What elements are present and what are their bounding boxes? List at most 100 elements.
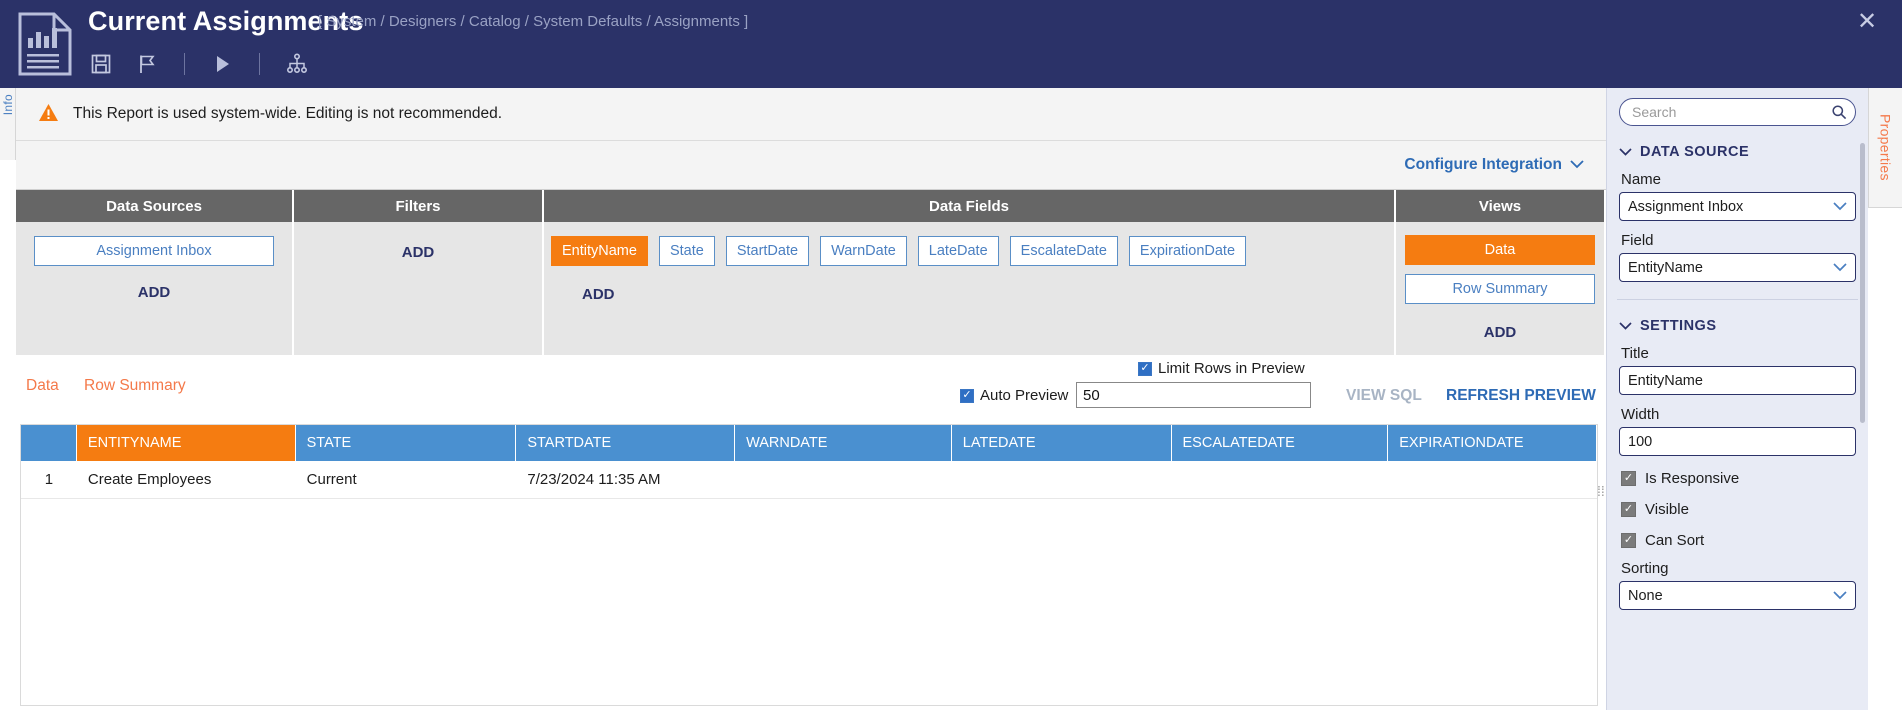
builder-header-data-sources: Data Sources: [16, 190, 294, 222]
table-row[interactable]: 1 Create Employees Current 7/23/2024 11:…: [21, 461, 1597, 499]
grid-header-index[interactable]: [21, 425, 77, 461]
field-label-title: Title: [1621, 345, 1649, 362]
add-data-field-button[interactable]: ADD: [582, 286, 615, 303]
grid-header-warndate[interactable]: WARNDATE: [735, 425, 952, 461]
configure-integration-row: Configure Integration: [16, 141, 1606, 190]
checkbox-row-is-responsive[interactable]: ✓ Is Responsive: [1621, 470, 1868, 487]
chevron-down-icon: [1833, 260, 1847, 276]
data-field-chip-escalatedate[interactable]: EscalateDate: [1009, 236, 1118, 266]
run-icon[interactable]: [199, 47, 245, 81]
visible-checkbox[interactable]: ✓: [1621, 502, 1636, 517]
save-icon[interactable]: [78, 47, 124, 81]
cell-entityname: Create Employees: [87, 471, 212, 488]
data-sources-cell: Assignment Inbox ADD: [16, 222, 294, 355]
breadcrumb: [ System / Designers / Catalog / System …: [318, 13, 749, 30]
grid-header-startdate[interactable]: STARTDATE: [516, 425, 736, 461]
info-side-tab-label: Info: [1, 94, 15, 116]
can-sort-checkbox[interactable]: ✓: [1621, 533, 1636, 548]
app-header: Current Assignments [ System / Designers…: [0, 0, 1902, 88]
select-sorting[interactable]: None: [1619, 581, 1856, 610]
filters-cell: ADD: [294, 222, 544, 355]
is-responsive-checkbox[interactable]: ✓: [1621, 471, 1636, 486]
is-responsive-label: Is Responsive: [1645, 470, 1740, 487]
builder-header-data-fields: Data Fields: [544, 190, 1396, 222]
hierarchy-icon[interactable]: [274, 47, 320, 81]
field-label-sorting: Sorting: [1621, 560, 1669, 577]
configure-integration-button[interactable]: Configure Integration: [1404, 156, 1584, 174]
preview-tab-data[interactable]: Data: [26, 377, 59, 395]
checkbox-row-visible[interactable]: ✓ Visible: [1621, 501, 1868, 518]
auto-preview-row: ✓ Auto Preview: [960, 387, 1068, 404]
grid-header-expirationdate[interactable]: EXPIRATIONDATE: [1388, 425, 1597, 461]
auto-preview-label: Auto Preview: [980, 387, 1069, 404]
add-filter-button[interactable]: ADD: [402, 244, 435, 261]
builder-header-row: Data Sources Filters Data Fields Views: [16, 190, 1606, 222]
configure-integration-label: Configure Integration: [1404, 156, 1562, 173]
warning-banner: This Report is used system-wide. Editing…: [16, 88, 1606, 141]
chevron-down-icon: [1833, 588, 1847, 604]
section-header-data-source[interactable]: DATA SOURCE: [1619, 144, 1868, 160]
flag-icon[interactable]: [124, 47, 170, 81]
properties-side-tab[interactable]: Properties: [1868, 88, 1902, 208]
limit-rows-label: Limit Rows in Preview: [1158, 360, 1305, 377]
warning-triangle-icon: [38, 103, 59, 126]
field-label-width: Width: [1621, 406, 1660, 423]
chevron-down-icon: [1833, 199, 1847, 215]
checkbox-row-can-sort[interactable]: ✓ Can Sort: [1621, 532, 1868, 549]
report-document-icon: [14, 10, 76, 78]
select-sorting-value: None: [1628, 587, 1663, 604]
limit-rows-checkbox[interactable]: ✓: [1138, 361, 1152, 376]
can-sort-label: Can Sort: [1645, 532, 1705, 549]
cell-latedate: [952, 461, 1172, 498]
data-field-chip-expirationdate[interactable]: ExpirationDate: [1128, 236, 1247, 266]
auto-preview-checkbox[interactable]: ✓: [960, 388, 974, 403]
panel-splitter-handle[interactable]: ⁞⁞: [1597, 483, 1605, 499]
data-field-chip-entityname[interactable]: EntityName: [551, 236, 648, 266]
section-divider: [1617, 299, 1858, 300]
grid-header-escalatedate[interactable]: ESCALATEDATE: [1171, 425, 1389, 461]
input-width-value: 100: [1628, 433, 1653, 450]
add-view-button[interactable]: ADD: [1484, 324, 1517, 341]
close-icon[interactable]: ✕: [1852, 7, 1882, 37]
field-label-name: Name: [1621, 171, 1662, 188]
toolbar-divider: [184, 53, 185, 75]
data-source-chip-assignment-inbox[interactable]: Assignment Inbox: [34, 236, 274, 266]
data-field-chip-list: EntityName State StartDate WarnDate Late…: [544, 222, 1394, 266]
refresh-preview-button[interactable]: REFRESH PREVIEW: [1446, 387, 1596, 405]
search-icon[interactable]: [1831, 104, 1847, 124]
cell-expirationdate: [1388, 461, 1597, 498]
builder-body-row: Assignment Inbox ADD ADD EntityName Stat…: [16, 222, 1606, 355]
grid-header-state[interactable]: STATE: [295, 425, 517, 461]
grid-header-entityname[interactable]: ENTITYNAME: [76, 425, 296, 461]
chevron-down-icon: [1619, 318, 1632, 334]
view-chip-data[interactable]: Data: [1405, 235, 1595, 265]
input-width[interactable]: 100: [1619, 427, 1856, 456]
cell-warndate: [735, 461, 952, 498]
select-data-source-name[interactable]: Assignment Inbox: [1619, 192, 1856, 221]
view-sql-button[interactable]: VIEW SQL: [1346, 387, 1422, 405]
properties-search-wrap: [1619, 98, 1856, 126]
input-title[interactable]: EntityName: [1619, 366, 1856, 395]
properties-scrollbar[interactable]: [1860, 143, 1865, 423]
data-field-chip-startdate[interactable]: StartDate: [725, 236, 810, 266]
data-field-chip-state[interactable]: State: [658, 236, 715, 266]
search-input[interactable]: [1619, 98, 1856, 126]
data-field-chip-latedate[interactable]: LateDate: [917, 236, 999, 266]
add-data-source-button[interactable]: ADD: [138, 284, 171, 301]
section-title-settings: SETTINGS: [1640, 318, 1717, 334]
data-field-chip-warndate[interactable]: WarnDate: [820, 236, 907, 266]
grid-header-latedate[interactable]: LATEDATE: [951, 425, 1172, 461]
view-chip-row-summary[interactable]: Row Summary: [1405, 274, 1595, 304]
grid-header-row: ENTITYNAME STATE STARTDATE WARNDATE LATE…: [21, 425, 1597, 461]
info-side-tab[interactable]: Info: [0, 88, 16, 160]
section-header-settings[interactable]: SETTINGS: [1619, 318, 1868, 334]
preview-controls: Data Row Summary ✓ Limit Rows in Preview…: [16, 355, 1606, 421]
chevron-down-icon: [1619, 144, 1632, 160]
limit-rows-row: ✓ Limit Rows in Preview: [1138, 360, 1305, 377]
select-data-source-field[interactable]: EntityName: [1619, 253, 1856, 282]
views-cell: Data Row Summary ADD: [1396, 222, 1604, 355]
select-data-source-name-value: Assignment Inbox: [1628, 198, 1744, 215]
row-limit-input[interactable]: [1076, 382, 1311, 408]
preview-tab-row-summary[interactable]: Row Summary: [84, 377, 186, 395]
toolbar-divider: [259, 53, 260, 75]
